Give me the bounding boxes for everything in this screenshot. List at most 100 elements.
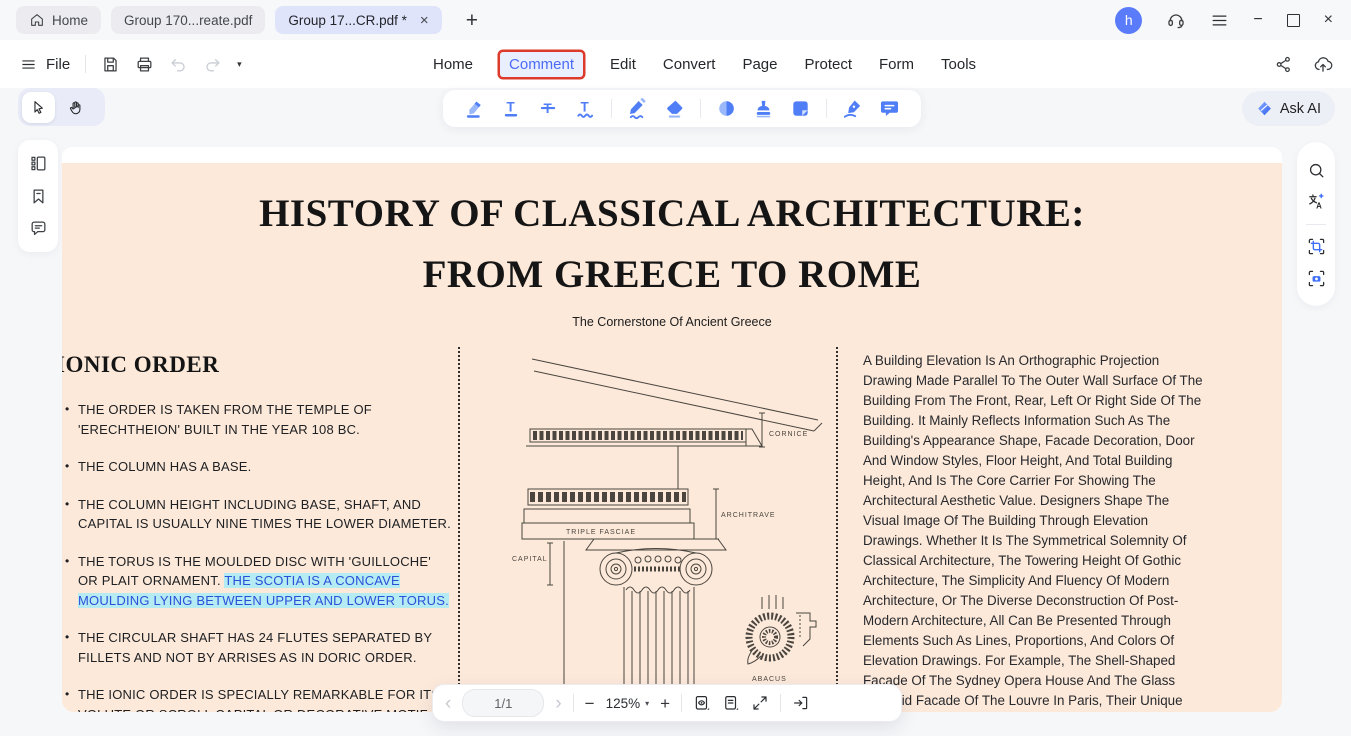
ask-ai-button[interactable]: Ask AI [1241, 91, 1335, 126]
divider [611, 99, 612, 118]
screen-capture-icon[interactable] [1307, 269, 1326, 288]
divider [681, 694, 683, 712]
right-column-paragraph: A Building Elevation Is An Orthographic … [863, 353, 1203, 708]
file-toolbar: File ▾ [20, 40, 242, 88]
diagram-label-abacus: ABACUS [752, 676, 787, 683]
new-tab-button[interactable]: + [466, 10, 478, 31]
svg-text:T: T [507, 100, 516, 115]
bullet-text: THE CIRCULAR SHAFT HAS 24 FLUTES SEPARAT… [78, 630, 433, 665]
zoom-level-value: 125% [605, 695, 641, 711]
save-icon[interactable] [101, 55, 120, 74]
undo-icon[interactable] [169, 55, 188, 74]
app-tab-strip: Home Group 170...reate.pdf Group 17...CR… [0, 6, 478, 34]
bullet-item: THE ORDER IS TAKEN FROM THE TEMPLE OF 'E… [64, 400, 454, 439]
file-menu-icon[interactable] [20, 56, 37, 73]
support-headset-icon[interactable] [1166, 10, 1186, 30]
left-column: IONIC ORDER THE ORDER IS TAKEN FROM THE … [62, 352, 454, 712]
tab-home[interactable]: Home [16, 6, 102, 34]
page-navigation-toolbar: ‹ 1/1 › − 125% ▾ + [432, 684, 902, 722]
bullet-text: THE IONIC ORDER IS SPECIALLY REMARKABLE … [78, 687, 441, 712]
hamburger-menu-icon[interactable] [1210, 11, 1229, 30]
read-mode-icon[interactable] [693, 694, 711, 712]
page-indicator[interactable]: 1/1 [462, 689, 545, 717]
cloud-upload-icon[interactable] [1313, 54, 1333, 74]
strikethrough-tool-icon[interactable]: T [537, 97, 560, 120]
ribbon-tab[interactable]: Tools [941, 56, 976, 73]
cursor-icon [30, 99, 47, 116]
bullet-item: THE IONIC ORDER IS SPECIALLY REMARKABLE … [64, 685, 454, 712]
hand-tool-button[interactable] [59, 92, 92, 123]
comment-panel-icon[interactable] [29, 219, 48, 238]
window-titlebar: Home Group 170...reate.pdf Group 17...CR… [0, 0, 1351, 40]
fullscreen-icon[interactable] [751, 694, 769, 712]
redo-icon[interactable] [203, 55, 222, 74]
file-menu-label[interactable]: File [46, 56, 70, 73]
annotation-toolbar: T T T [443, 90, 921, 127]
pencil-draw-tool-icon[interactable] [626, 97, 649, 120]
divider [1306, 223, 1326, 225]
previous-page-button[interactable]: ‹ [445, 694, 451, 713]
window-controls: h − × [1115, 0, 1351, 40]
ribbon-tab[interactable]: Form [879, 56, 914, 73]
bullet-text: THE COLUMN HEIGHT INCLUDING BASE, SHAFT,… [78, 496, 451, 532]
right-panel-rail: A [1297, 142, 1335, 306]
next-page-button[interactable]: › [555, 694, 561, 713]
panel-toggle-icon[interactable] [792, 694, 810, 712]
zoom-in-button[interactable]: + [660, 695, 670, 712]
shapes-tool-icon[interactable] [715, 97, 738, 120]
window-maximize-button[interactable] [1286, 13, 1300, 27]
hand-icon [67, 99, 84, 116]
underline-tool-icon[interactable]: T [500, 97, 523, 120]
ionic-order-diagram: CORNICE TRIPLE FASCIAE ARCHITRAVE CAPITA… [466, 347, 850, 701]
ribbon-tab[interactable]: Page [742, 56, 777, 73]
window-minimize-button[interactable]: − [1253, 12, 1262, 28]
tab-document-2-label: Group 17...CR.pdf * [288, 12, 407, 28]
ask-ai-label: Ask AI [1279, 100, 1321, 117]
divider [572, 694, 574, 712]
tab-home-label: Home [52, 12, 89, 28]
diagram-label-architrave: ARCHITRAVE [721, 512, 776, 519]
tab-document-1-label: Group 170...reate.pdf [124, 12, 253, 28]
pointer-tool-group [18, 88, 105, 126]
thumbnail-panel-icon[interactable] [29, 154, 48, 173]
zoom-level-control[interactable]: 125% ▾ [606, 696, 650, 711]
bullet-text: THE COLUMN HAS A BASE. [78, 459, 252, 474]
document-title-line-1: HISTORY OF CLASSICAL ARCHITECTURE: [259, 192, 1085, 235]
tab-document-1[interactable]: Group 170...reate.pdf [111, 6, 266, 34]
ai-sparkle-icon [1256, 100, 1273, 117]
stamp-tool-icon[interactable] [752, 97, 775, 120]
tab-document-2-active[interactable]: Group 17...CR.pdf * × [275, 6, 442, 34]
ribbon-tab[interactable]: Home [433, 56, 473, 73]
highlight-tool-icon[interactable] [463, 97, 486, 120]
share-icon[interactable] [1274, 55, 1293, 74]
page-layout-icon[interactable] [722, 694, 740, 712]
signature-tool-icon[interactable] [841, 97, 864, 120]
undo-redo-dropdown-icon[interactable]: ▾ [237, 59, 242, 70]
column-divider [458, 347, 460, 712]
translate-icon[interactable]: A [1307, 192, 1326, 211]
ribbon-tab[interactable]: Protect [804, 56, 852, 73]
eraser-tool-icon[interactable] [663, 97, 686, 120]
bullet-item: THE COLUMN HEIGHT INCLUDING BASE, SHAFT,… [64, 495, 454, 534]
squiggly-underline-tool-icon[interactable]: T [574, 97, 597, 120]
zoom-out-button[interactable]: − [585, 695, 595, 712]
print-icon[interactable] [135, 55, 154, 74]
ribbon-tab[interactable]: Comment [500, 51, 584, 77]
close-tab-icon[interactable]: × [420, 13, 429, 28]
crop-icon[interactable] [1307, 237, 1326, 256]
bullet-item: THE TORUS IS THE MOULDED DISC WITH 'GUIL… [64, 552, 454, 611]
diagram-label-triple-fasciae: TRIPLE FASCIAE [566, 529, 636, 536]
ionic-order-heading: IONIC ORDER [62, 352, 220, 377]
document-title-line-2: FROM GREECE TO ROME [422, 253, 922, 296]
bookmark-panel-icon[interactable] [29, 187, 48, 206]
window-close-button[interactable]: × [1324, 12, 1333, 28]
ribbon-tab[interactable]: Edit [610, 56, 636, 73]
user-avatar[interactable]: h [1115, 6, 1143, 34]
comment-tool-icon[interactable] [878, 97, 901, 120]
search-icon[interactable] [1307, 161, 1326, 180]
diagram-label-capital: CAPITAL [512, 556, 548, 563]
ribbon-tab[interactable]: Convert [663, 56, 716, 73]
sticky-note-tool-icon[interactable] [789, 97, 812, 120]
select-tool-button[interactable] [22, 91, 55, 123]
home-icon [29, 12, 45, 28]
